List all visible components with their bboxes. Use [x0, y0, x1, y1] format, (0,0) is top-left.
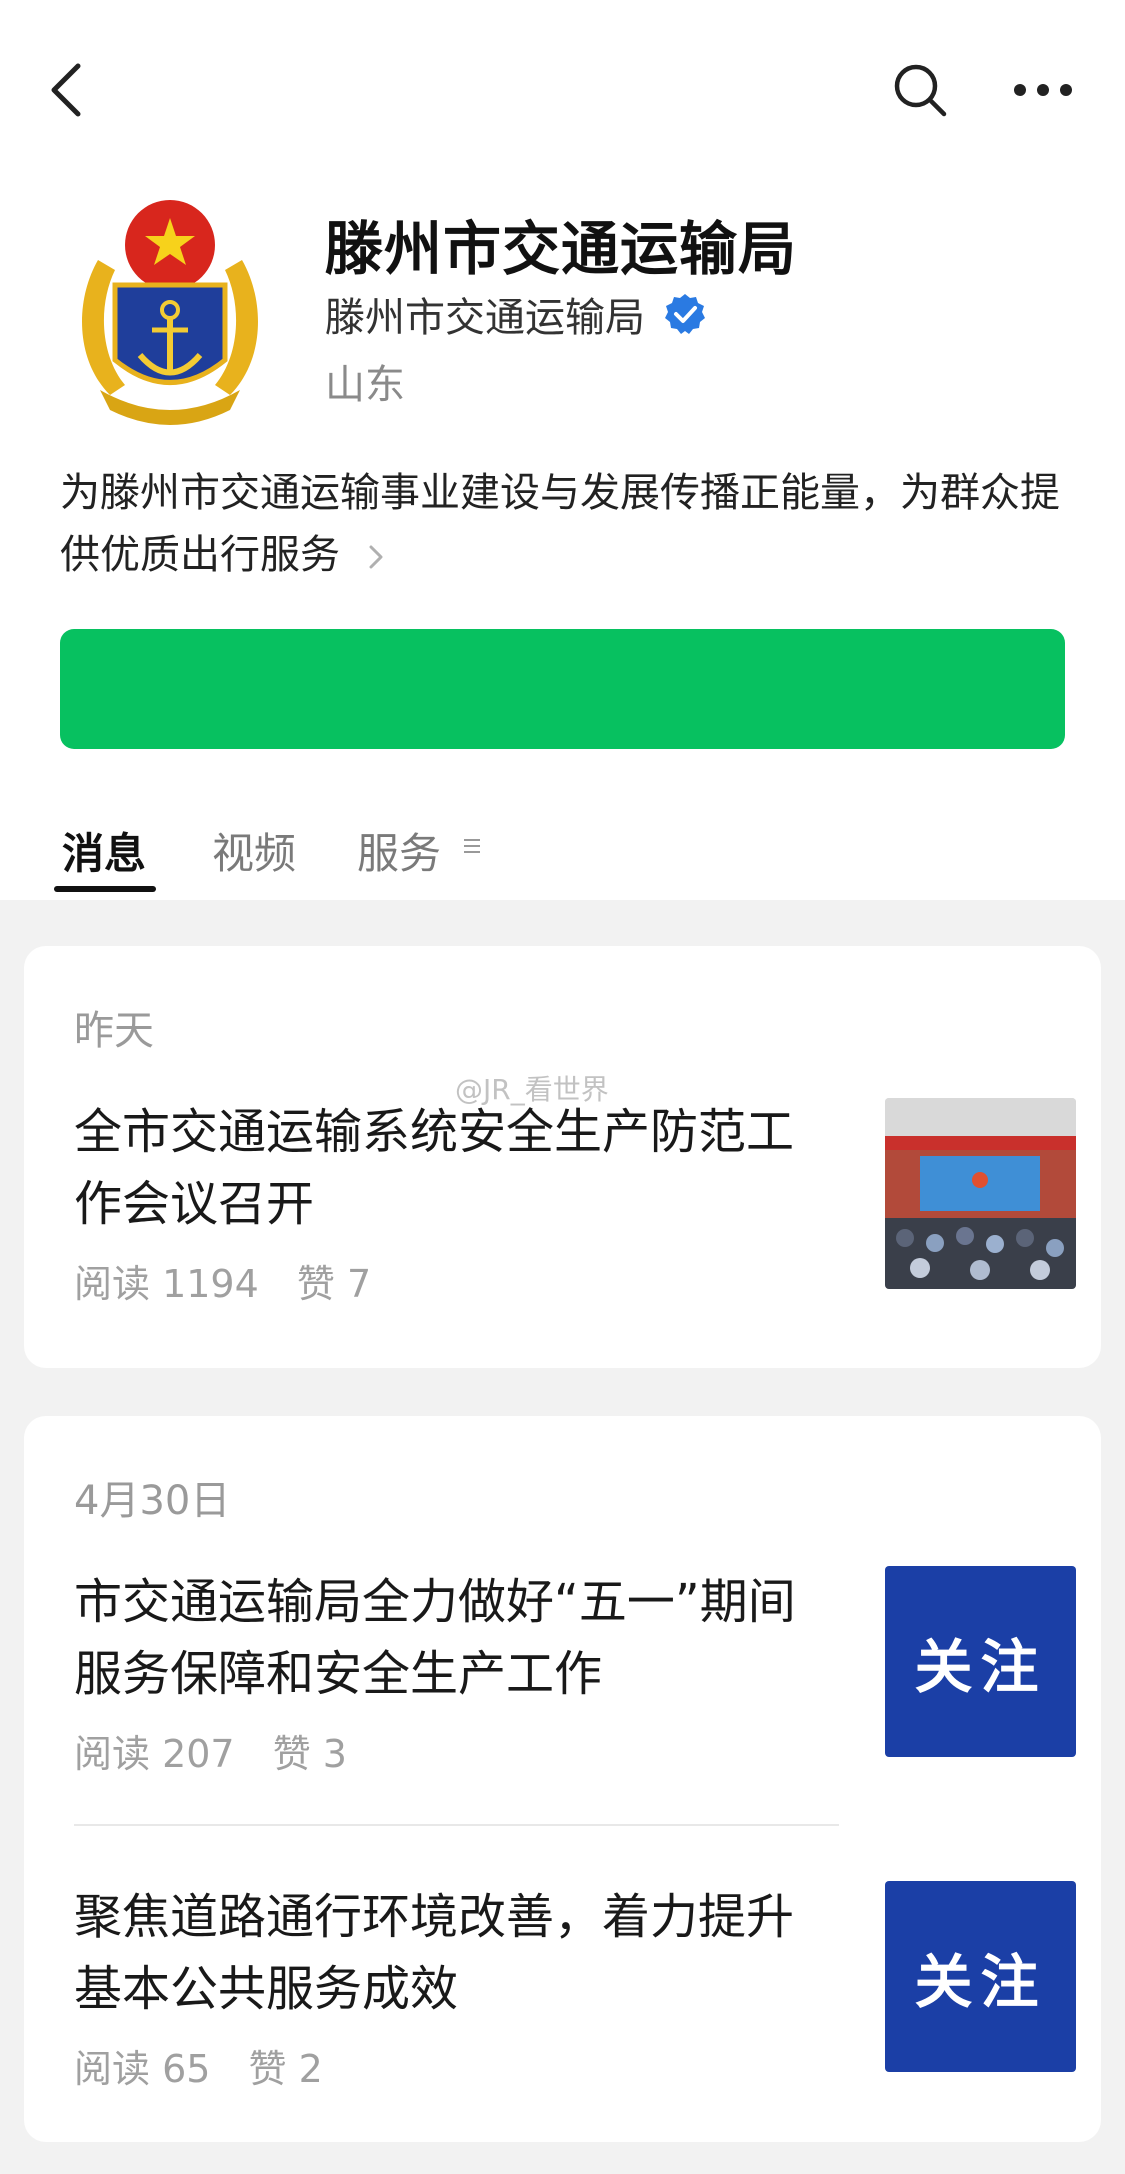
- article-read-count: 阅读 207: [74, 1732, 235, 1776]
- article-read-count: 阅读 1194: [74, 1262, 259, 1306]
- description-text: 为滕州市交通运输事业建设与发展传播正能量，为群众提供优质出行服务: [60, 470, 1060, 578]
- account-description[interactable]: 为滕州市交通运输事业建设与发展传播正能量，为群众提供优质出行服务: [60, 462, 1070, 586]
- article-like-count: 赞 2: [248, 2047, 323, 2091]
- watermark: @JR_看世界: [455, 1073, 609, 1106]
- follow-button[interactable]: [60, 629, 1065, 749]
- article-item[interactable]: 市交通运输局全力做好“五一”期间服务保障和安全生产工作 阅读 207 赞 3 关…: [74, 1566, 1076, 1786]
- more-icon: [1013, 84, 1072, 96]
- item-divider: [74, 1824, 839, 1826]
- verified-icon: [665, 294, 705, 334]
- card-date: 4月30日: [74, 1478, 231, 1524]
- article-stats: 阅读 1194 赞 7: [74, 1253, 371, 1308]
- article-like-count: 赞 7: [296, 1262, 372, 1306]
- article-item[interactable]: 全市交通运输系统安全生产防范工作会议召开 阅读 1194 赞 7: [74, 1096, 1076, 1316]
- article-stats: 阅读 207 赞 3: [74, 1723, 347, 1778]
- article-thumbnail[interactable]: 关注: [885, 1881, 1076, 2072]
- account-region: 山东: [325, 362, 405, 408]
- top-bar: [0, 0, 1125, 180]
- message-card: 昨天 全市交通运输系统安全生产防范工作会议召开 阅读 1194 赞 7: [24, 946, 1101, 1368]
- article-thumbnail[interactable]: [885, 1098, 1076, 1289]
- verification-row[interactable]: 滕州市交通运输局: [325, 285, 707, 343]
- thumbnail-text: 关注: [914, 1632, 1047, 1701]
- account-header: 滕州市交通运输局 滕州市交通运输局 山东: [0, 180, 1125, 425]
- card-date: 昨天: [74, 1008, 154, 1054]
- article-read-count: 阅读 65: [74, 2047, 211, 2091]
- article-item[interactable]: 聚焦道路通行环境改善，着力提升基本公共服务成效 阅读 65 赞 2 关注: [74, 1881, 1076, 2101]
- account-logo[interactable]: [70, 190, 270, 430]
- article-title: 市交通运输局全力做好“五一”期间服务保障和安全生产工作: [74, 1574, 796, 1702]
- thumbnail-text: 关注: [914, 1947, 1047, 2016]
- search-icon: [894, 64, 947, 117]
- active-tab-indicator: [54, 886, 156, 892]
- article-title: 全市交通运输系统安全生产防范工作会议召开: [74, 1104, 795, 1232]
- message-card: 4月30日 市交通运输局全力做好“五一”期间服务保障和安全生产工作 阅读 207…: [24, 1416, 1101, 2142]
- tab-services[interactable]: 服务: [357, 820, 441, 881]
- account-name: 滕州市交通运输局: [325, 215, 798, 283]
- article-title: 聚焦道路通行环境改善，着力提升基本公共服务成效: [74, 1889, 795, 2017]
- chevron-right-icon: [369, 545, 383, 569]
- search-button[interactable]: [885, 50, 955, 130]
- article-thumbnail[interactable]: 关注: [885, 1566, 1076, 1757]
- more-button[interactable]: [1005, 50, 1080, 130]
- tab-videos[interactable]: 视频: [212, 820, 296, 881]
- article-like-count: 赞 3: [272, 1732, 347, 1776]
- verified-entity-name: 滕州市交通运输局: [325, 295, 645, 341]
- back-button[interactable]: [40, 50, 90, 130]
- article-stats: 阅读 65 赞 2: [74, 2038, 323, 2093]
- tab-messages[interactable]: 消息: [62, 820, 146, 881]
- back-arrow-icon: [51, 63, 81, 117]
- tab-bar: 消息 视频 服务: [0, 800, 1125, 900]
- menu-lines-icon: [464, 839, 480, 853]
